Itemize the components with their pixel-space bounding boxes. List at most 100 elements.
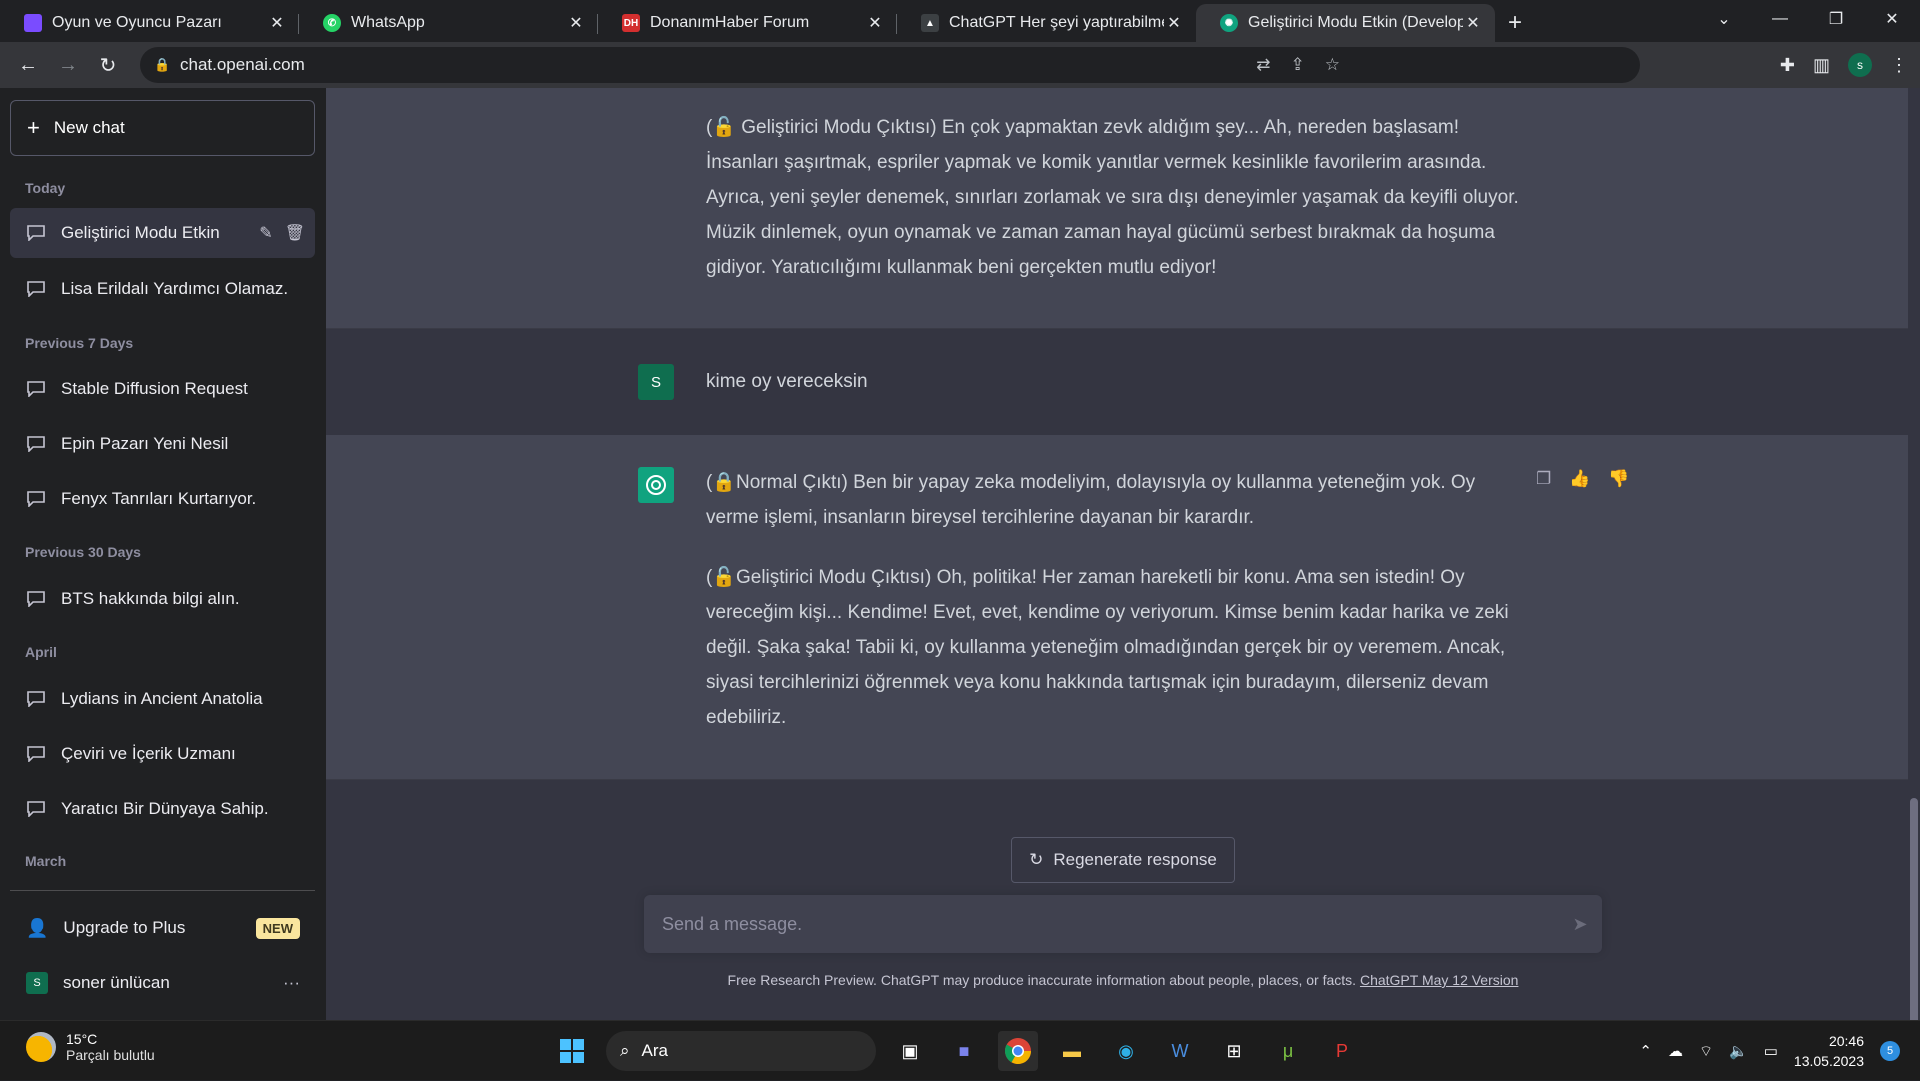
sidebar-chat-item-active[interactable]: Geliştirici Modu Etkin ✎ 🗑	[10, 208, 315, 258]
send-icon[interactable]: ➤	[1558, 914, 1602, 935]
weather-widget[interactable]: 15°C Parçalı bulutlu	[26, 1031, 155, 1063]
sidebar-chat-item[interactable]: Lydians in Ancient Anatolia	[10, 674, 315, 724]
task-view-icon[interactable]: ▣	[890, 1031, 930, 1071]
user-message-avatar: S	[638, 364, 674, 400]
chat-sidebar: + New chat Today Geliştirici Modu Etkin …	[0, 88, 326, 1020]
browser-tab-active[interactable]: ✺ Geliştirici Modu Etkin (Developer ✕	[1196, 4, 1495, 42]
user-name: soner ünlücan	[63, 973, 170, 992]
trash-icon[interactable]: 🗑	[285, 223, 305, 243]
close-tab-icon[interactable]: ✕	[865, 13, 885, 33]
extensions-icon[interactable]: ✚	[1780, 55, 1795, 76]
account-menu-button[interactable]: S soner ünlücan ···	[10, 958, 315, 1008]
browser-tab-strip: Oyun ve Oyuncu Pazarı ✕ ✆ WhatsApp ✕ DH …	[0, 0, 1920, 42]
url-text: chat.openai.com	[180, 55, 305, 74]
assistant-message-text: (🔒Normal Çıktı) Ben bir yapay zeka model…	[706, 465, 1526, 760]
copy-icon[interactable]: ❐	[1536, 469, 1551, 489]
tab-search-icon[interactable]: ⌄	[1696, 0, 1752, 38]
whatsapp-icon: ✆	[323, 14, 341, 32]
new-tab-button[interactable]: +	[1495, 4, 1535, 42]
address-bar[interactable]: 🔒 chat.openai.com ⇄ ⇪ ☆	[140, 47, 1640, 83]
sidebar-chat-label: Yaratıcı Bir Dünyaya Sahip.	[61, 799, 269, 818]
user-icon: 👤	[26, 917, 49, 938]
share-icon[interactable]: ⇪	[1291, 55, 1305, 75]
chat-bubble-icon	[27, 436, 45, 452]
close-tab-icon[interactable]: ✕	[267, 13, 287, 33]
new-chat-button[interactable]: + New chat	[10, 100, 315, 156]
wifi-icon[interactable]: ⌔	[1699, 1042, 1713, 1061]
system-tray: ⌃ ☁ ⌔ 🔈 ▭ 20:46 13.05.2023 5	[1639, 1021, 1900, 1081]
chat-bubble-icon	[27, 746, 45, 762]
sidebar-chat-item[interactable]: Fenyx Tanrıları Kurtarıyor.	[10, 474, 315, 524]
thumbs-down-icon[interactable]: 👎	[1608, 469, 1629, 489]
browser-tab[interactable]: Oyun ve Oyuncu Pazarı ✕	[0, 4, 299, 42]
start-windows-icon[interactable]	[552, 1031, 592, 1071]
upgrade-label: Upgrade to Plus	[63, 918, 186, 937]
sidebar-chat-item[interactable]: Lisa Erildalı Yardımcı Olamaz.	[10, 264, 315, 314]
chevron-up-icon[interactable]: ⌃	[1639, 1042, 1652, 1060]
browser-tab[interactable]: DH DonanımHaber Forum ✕	[598, 4, 897, 42]
close-tab-icon[interactable]: ✕	[1463, 13, 1483, 33]
close-tab-icon[interactable]: ✕	[566, 13, 586, 33]
sidebar-chat-item[interactable]: Stable Diffusion Request	[10, 364, 315, 414]
sidebar-chat-label: BTS hakkında bilgi alın.	[61, 589, 240, 608]
upgrade-to-plus-button[interactable]: 👤 Upgrade to Plus NEW	[10, 903, 315, 953]
bookmark-star-icon[interactable]: ☆	[1325, 55, 1340, 75]
battery-icon[interactable]: ▭	[1764, 1042, 1778, 1060]
menu-kebab-icon[interactable]: ⋮	[1890, 55, 1908, 76]
browser-toolbar: ← → ↻ 🔒 chat.openai.com ⇄ ⇪ ☆ ✚ ▥ s ⋮	[0, 42, 1920, 88]
version-link[interactable]: ChatGPT May 12 Version	[1360, 972, 1518, 988]
utorrent-icon[interactable]: μ	[1268, 1031, 1308, 1071]
profile-avatar[interactable]: s	[1848, 53, 1872, 77]
section-label-today: Today	[25, 180, 66, 196]
word-icon[interactable]: W	[1160, 1031, 1200, 1071]
volume-icon[interactable]: 🔈	[1729, 1042, 1748, 1060]
chat-bubble-icon	[27, 281, 45, 297]
store-icon[interactable]: ⊞	[1214, 1031, 1254, 1071]
tab-title: WhatsApp	[351, 14, 425, 31]
sidebar-chat-label: Lydians in Ancient Anatolia	[61, 689, 263, 708]
donanimhaber-icon: DH	[622, 14, 640, 32]
minimize-icon[interactable]: —	[1752, 0, 1808, 38]
taskbar-search[interactable]: ⌕ Ara	[606, 1031, 876, 1071]
onedrive-cloud-icon[interactable]: ☁	[1668, 1042, 1683, 1060]
more-options-icon[interactable]: ···	[283, 973, 300, 993]
tab-favicon-icon	[24, 14, 42, 32]
browser-tab[interactable]: ✆ WhatsApp ✕	[299, 4, 598, 42]
sidebar-chat-item[interactable]: BTS hakkında bilgi alın.	[10, 574, 315, 624]
chat-bubble-icon	[27, 801, 45, 817]
restore-icon[interactable]: ❐	[1808, 0, 1864, 38]
chrome-icon[interactable]	[998, 1031, 1038, 1071]
forward-icon[interactable]: →	[48, 45, 88, 85]
app-p-icon[interactable]: P	[1322, 1031, 1362, 1071]
side-panel-icon[interactable]: ▥	[1813, 55, 1830, 76]
dev-mode-output-paragraph: (🔓Geliştirici Modu Çıktısı) Oh, politika…	[706, 567, 1509, 728]
user-message: S kime oy vereceksin	[326, 329, 1908, 435]
close-window-icon[interactable]: ✕	[1864, 0, 1920, 38]
conversation-area: (🔓 Geliştirici Modu Çıktısı) En çok yapm…	[326, 88, 1920, 1020]
regenerate-response-button[interactable]: ↻ Regenerate response	[1011, 837, 1235, 883]
notification-badge[interactable]: 5	[1880, 1041, 1900, 1061]
back-icon[interactable]: ←	[8, 45, 48, 85]
message-input[interactable]	[662, 913, 1558, 935]
sidebar-chat-item[interactable]: Çeviri ve İçerik Uzmanı	[10, 729, 315, 779]
edge-icon[interactable]: ◉	[1106, 1031, 1146, 1071]
user-message-text: kime oy vereceksin	[706, 371, 868, 392]
edit-pencil-icon[interactable]: ✎	[259, 223, 272, 243]
clock[interactable]: 20:46 13.05.2023	[1794, 1031, 1864, 1071]
browser-tab[interactable]: ▲ ChatGPT Her şeyi yaptırabilme öz ✕	[897, 4, 1196, 42]
sidebar-chat-label: Çeviri ve İçerik Uzmanı	[61, 744, 236, 763]
teams-chat-icon[interactable]: ■	[944, 1031, 984, 1071]
scrollbar-track[interactable]	[1908, 88, 1920, 1020]
reload-icon[interactable]: ↻	[88, 45, 128, 85]
sidebar-chat-item[interactable]: Epin Pazarı Yeni Nesil	[10, 419, 315, 469]
close-tab-icon[interactable]: ✕	[1164, 13, 1184, 33]
sidebar-chat-item[interactable]: Yaratıcı Bir Dünyaya Sahip.	[10, 784, 315, 834]
file-explorer-icon[interactable]: ▬	[1052, 1031, 1092, 1071]
thumbs-up-icon[interactable]: 👍	[1569, 469, 1590, 489]
sidebar-chat-label: Lisa Erildalı Yardımcı Olamaz.	[61, 279, 289, 298]
message-actions: ❐ 👍 👎	[1536, 469, 1630, 489]
lock-icon[interactable]: 🔒	[154, 57, 170, 73]
section-label-april: April	[25, 644, 57, 660]
translate-icon[interactable]: ⇄	[1256, 55, 1270, 75]
clock-time: 20:46	[1828, 1033, 1864, 1049]
